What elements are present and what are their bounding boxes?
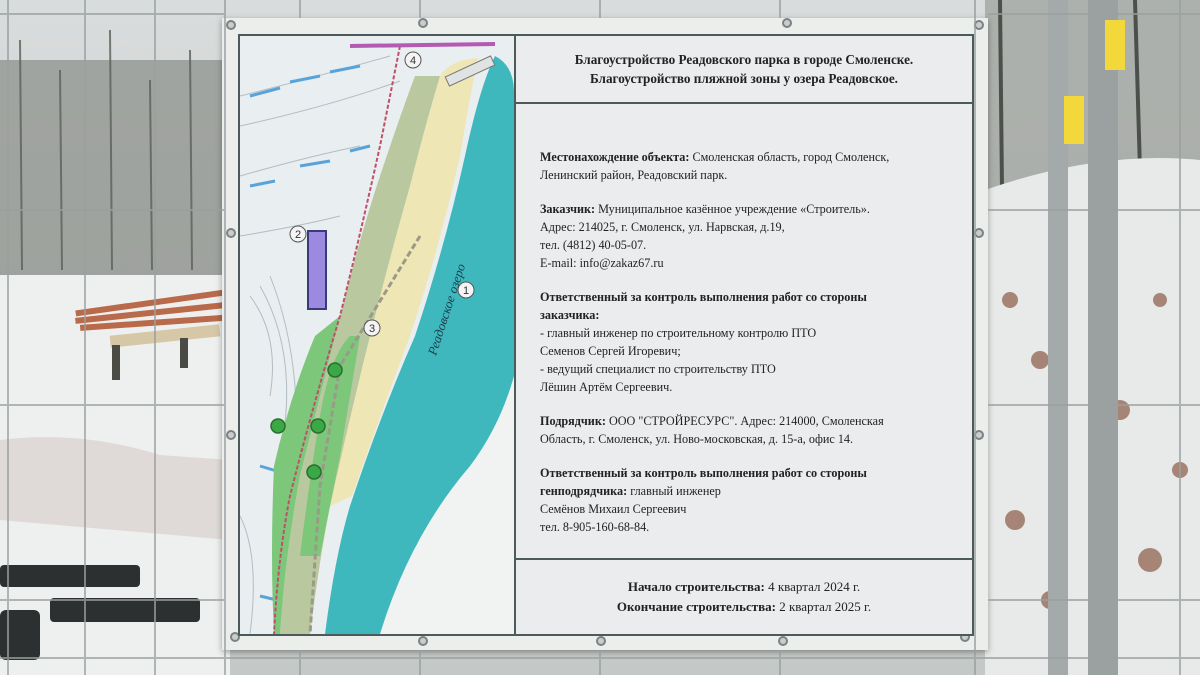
grommet bbox=[974, 20, 984, 30]
info-body: Местонахождение объекта: Смоленская обла… bbox=[540, 148, 960, 552]
svg-text:4: 4 bbox=[410, 55, 416, 67]
banner-title: Благоустройство Реадовского парка в горо… bbox=[516, 36, 972, 104]
contractor-text-2: Область, г. Смоленск, ул. Ново-московска… bbox=[540, 432, 854, 446]
grommet bbox=[596, 636, 606, 646]
site-plan-map: 4 2 3 1 Реадовское озеро bbox=[238, 34, 516, 636]
info-banner: 4 2 3 1 Реадовское озеро Благоустройство… bbox=[222, 18, 988, 650]
grommet bbox=[226, 430, 236, 440]
svg-text:2: 2 bbox=[295, 229, 301, 241]
client-address: Адрес: 214025, г. Смоленск, ул. Нарвская… bbox=[540, 220, 785, 234]
client-responsible-name-2: Лёшин Артём Сергеевич. bbox=[540, 380, 673, 394]
client-responsible-name-1: Семенов Сергей Игоревич; bbox=[540, 344, 681, 358]
end-label: Окончание строительства: bbox=[616, 599, 776, 614]
grommet bbox=[418, 18, 428, 28]
contractor-responsible-label-2: генподрядчика: bbox=[540, 484, 628, 498]
start-value: 4 квартал 2024 г. bbox=[764, 579, 861, 594]
client-phone: тел. (4812) 40-05-07. bbox=[540, 238, 647, 252]
site-plan-drawing: 4 2 3 1 Реадовское озеро bbox=[240, 42, 514, 634]
contractor-responsible-block: Ответственный за контроль выполнения раб… bbox=[540, 464, 960, 536]
svg-text:1: 1 bbox=[463, 285, 469, 297]
contractor-responsible-label-1: Ответственный за контроль выполнения раб… bbox=[540, 466, 867, 480]
client-responsible-label-1: Ответственный за контроль выполнения раб… bbox=[540, 290, 867, 304]
client-responsible-block: Ответственный за контроль выполнения раб… bbox=[540, 288, 960, 396]
contractor-block: Подрядчик: ООО "СТРОЙРЕСУРС". Адрес: 214… bbox=[540, 412, 960, 448]
svg-text:3: 3 bbox=[369, 323, 375, 335]
location-text-1: Смоленская область, город Смоленск, bbox=[689, 150, 890, 164]
location-block: Местонахождение объекта: Смоленская обла… bbox=[540, 148, 960, 184]
title-line-1: Благоустройство Реадовского парка в горо… bbox=[574, 52, 914, 67]
contractor-label: Подрядчик: bbox=[540, 414, 606, 428]
client-responsible-role-2: - ведущий специалист по строительству ПТ… bbox=[540, 362, 776, 376]
grommet bbox=[226, 228, 236, 238]
map-marker-4: 4 bbox=[404, 51, 422, 69]
end-value: 2 квартал 2025 г. bbox=[775, 599, 872, 614]
location-text-2: Ленинский район, Реадовский парк. bbox=[540, 168, 728, 182]
start-label: Начало строительства: bbox=[627, 579, 765, 594]
contractor-responsible-name: Семёнов Михаил Сергеевич bbox=[540, 502, 687, 516]
grommet bbox=[974, 228, 984, 238]
contractor-text-1: ООО "СТРОЙРЕСУРС". Адрес: 214000, Смолен… bbox=[605, 414, 884, 428]
grommet bbox=[778, 636, 788, 646]
client-block: Заказчик: Муниципальное казённое учрежде… bbox=[540, 200, 960, 272]
client-responsible-role-1: - главный инженер по строительному контр… bbox=[540, 326, 817, 340]
client-label: Заказчик: bbox=[540, 202, 596, 216]
contractor-responsible-role: главный инженер bbox=[627, 484, 721, 498]
client-email: E-mail: info@zakaz67.ru bbox=[540, 256, 664, 270]
client-name: Муниципальное казённое учреждение «Строи… bbox=[595, 202, 870, 216]
client-responsible-label-2: заказчика: bbox=[540, 308, 600, 322]
map-marker-2: 2 bbox=[289, 225, 307, 243]
title-line-2: Благоустройство пляжной зоны у озера Реа… bbox=[590, 71, 898, 86]
schedule-block: Начало строительства: 4 квартал 2024 г. … bbox=[516, 558, 972, 634]
photo-scene: 4 2 3 1 Реадовское озеро Благоустройство… bbox=[0, 0, 1200, 675]
grommet bbox=[418, 636, 428, 646]
grommet bbox=[226, 20, 236, 30]
grommet bbox=[974, 430, 984, 440]
location-label: Местонахождение объекта: bbox=[540, 150, 690, 164]
map-marker-3: 3 bbox=[363, 319, 381, 337]
grommet bbox=[782, 18, 792, 28]
info-panel: Благоустройство Реадовского парка в горо… bbox=[516, 34, 974, 636]
contractor-responsible-phone: тел. 8-905-160-68-84. bbox=[540, 520, 650, 534]
